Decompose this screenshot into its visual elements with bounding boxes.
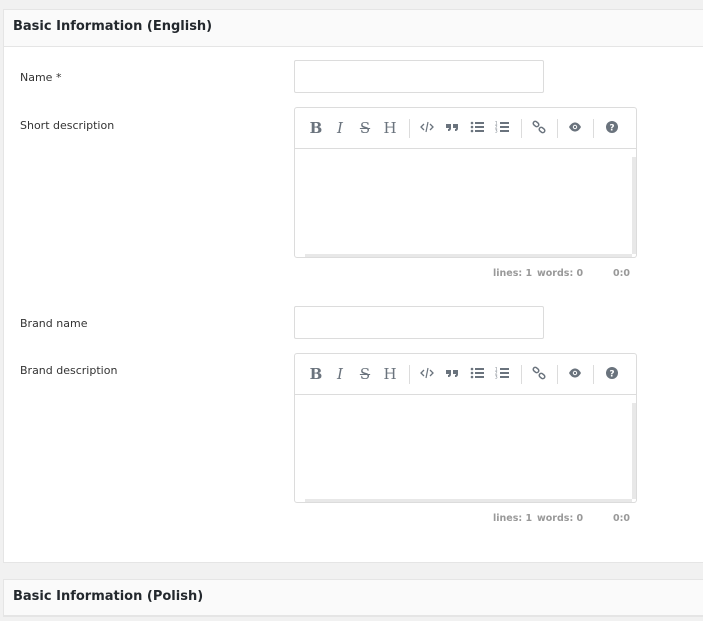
brand-name-input[interactable] — [294, 306, 544, 339]
horizontal-scrollbar[interactable] — [305, 499, 632, 502]
heading-icon[interactable]: H — [381, 365, 399, 383]
link-icon[interactable] — [530, 365, 548, 383]
heading-icon[interactable]: H — [381, 119, 399, 137]
toolbar-separator — [409, 365, 410, 384]
svg-text:3: 3 — [495, 375, 498, 380]
quote-icon[interactable] — [443, 365, 461, 383]
code-icon[interactable] — [418, 119, 436, 137]
editor-words-count: words: 0 — [537, 513, 584, 524]
toolbar-separator — [521, 365, 522, 384]
svg-text:3: 3 — [495, 129, 498, 134]
ordered-list-icon[interactable]: 123 — [493, 119, 511, 137]
horizontal-scrollbar[interactable] — [305, 254, 632, 257]
editor-cursor-position: 0:0 — [613, 268, 631, 279]
bold-icon[interactable]: B — [307, 119, 325, 137]
editor-toolbar: B I S H 123 ? — [295, 354, 636, 395]
help-icon[interactable]: ? — [603, 365, 621, 383]
toolbar-separator — [593, 365, 594, 384]
editor-lines-count: lines: 1 — [493, 513, 533, 524]
editor-lines-count: lines: 1 — [493, 268, 533, 279]
toolbar-separator — [557, 365, 558, 384]
brand-description-textarea[interactable] — [295, 395, 636, 502]
brand-description-label: Brand description — [20, 364, 118, 377]
name-input[interactable] — [294, 60, 544, 93]
short-description-textarea[interactable] — [295, 149, 636, 257]
toolbar-separator — [593, 119, 594, 138]
italic-icon[interactable]: I — [331, 365, 349, 383]
toolbar-separator — [521, 119, 522, 138]
unordered-list-icon[interactable] — [468, 119, 486, 137]
short-description-label: Short description — [20, 119, 115, 132]
vertical-scrollbar[interactable] — [632, 157, 636, 254]
basic-info-english-panel: Basic Information (English) Name * Short… — [3, 9, 703, 563]
link-icon[interactable] — [530, 119, 548, 137]
editor-words-count: words: 0 — [537, 268, 584, 279]
editor-cursor-position: 0:0 — [613, 513, 631, 524]
vertical-scrollbar[interactable] — [632, 403, 636, 499]
toolbar-separator — [557, 119, 558, 138]
basic-info-polish-panel: Basic Information (Polish) — [3, 579, 703, 617]
bold-icon[interactable]: B — [307, 365, 325, 383]
italic-icon[interactable]: I — [331, 119, 349, 137]
short-description-editor: B I S H 123 ? — [294, 107, 637, 258]
section-title-polish[interactable]: Basic Information (Polish) — [4, 580, 703, 616]
svg-text:?: ? — [609, 370, 614, 380]
help-icon[interactable]: ? — [603, 119, 621, 137]
preview-icon[interactable] — [566, 119, 584, 137]
preview-icon[interactable] — [566, 365, 584, 383]
strikethrough-icon[interactable]: S — [356, 365, 374, 383]
brand-name-label: Brand name — [20, 317, 88, 330]
brand-description-editor: B I S H 123 ? — [294, 353, 637, 503]
quote-icon[interactable] — [443, 119, 461, 137]
ordered-list-icon[interactable]: 123 — [493, 365, 511, 383]
svg-text:?: ? — [609, 124, 614, 134]
name-label: Name * — [20, 71, 62, 84]
code-icon[interactable] — [418, 365, 436, 383]
unordered-list-icon[interactable] — [468, 365, 486, 383]
section-title-english: Basic Information (English) — [4, 10, 703, 47]
editor-toolbar: B I S H 123 ? — [295, 108, 636, 149]
strikethrough-icon[interactable]: S — [356, 119, 374, 137]
toolbar-separator — [409, 119, 410, 138]
